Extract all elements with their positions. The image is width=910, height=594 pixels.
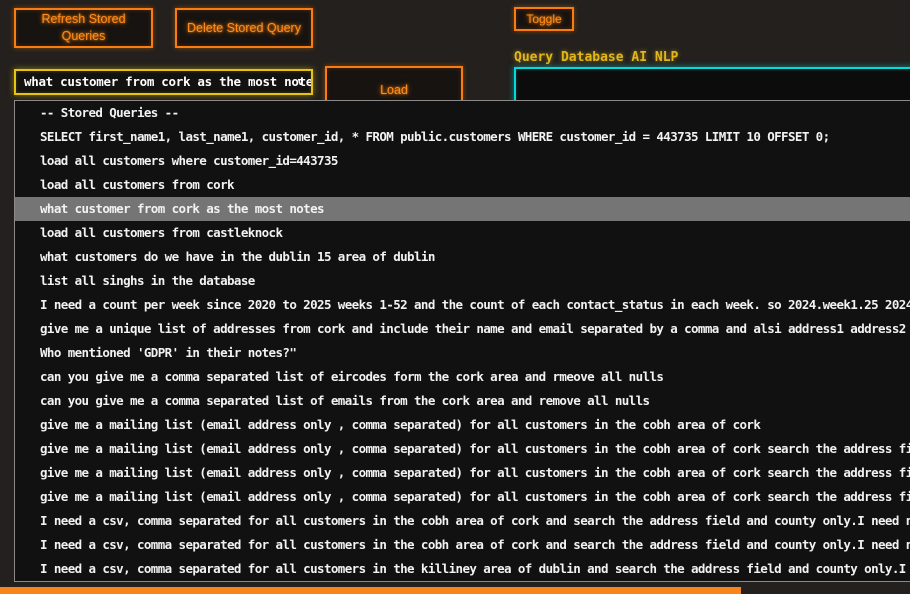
stored-query-option[interactable]: load all customers from cork — [15, 173, 910, 197]
stored-query-option[interactable]: I need a csv, comma separated for all cu… — [15, 557, 910, 581]
chevron-down-icon: v — [297, 71, 304, 93]
stored-query-option[interactable]: give me a unique list of addresses from … — [15, 317, 910, 341]
stored-query-option[interactable]: what customers do we have in the dublin … — [15, 245, 910, 269]
stored-query-option[interactable]: SELECT first_name1, last_name1, customer… — [15, 125, 910, 149]
selected-query-value: what customer from cork as the most note… — [24, 74, 313, 89]
stored-query-option[interactable]: I need a csv, comma separated for all cu… — [15, 533, 910, 557]
stored-queries-select[interactable]: what customer from cork as the most note… — [14, 69, 313, 95]
stored-query-option[interactable]: I need a count per week since 2020 to 20… — [15, 293, 910, 317]
stored-query-option[interactable]: give me a mailing list (email address on… — [15, 485, 910, 509]
delete-stored-query-button[interactable]: Delete Stored Query — [175, 8, 313, 48]
stored-query-option[interactable]: list all singhs in the database — [15, 269, 910, 293]
refresh-stored-queries-button[interactable]: Refresh Stored Queries — [14, 8, 153, 48]
stored-query-option[interactable]: I need a csv, comma separated for all cu… — [15, 509, 910, 533]
toggle-button[interactable]: Toggle — [514, 7, 574, 31]
stored-query-option[interactable]: load all customers where customer_id=443… — [15, 149, 910, 173]
stored-query-option[interactable]: give me a mailing list (email address on… — [15, 413, 910, 437]
stored-query-option[interactable]: Who mentioned 'GDPR' in their notes?" — [15, 341, 910, 365]
nlp-query-label: Query Database AI NLP — [514, 50, 678, 65]
stored-query-option[interactable]: give me a mailing list (email address on… — [15, 461, 910, 485]
stored-queries-listbox: -- Stored Queries --SELECT first_name1, … — [14, 100, 910, 582]
stored-query-option[interactable]: can you give me a comma separated list o… — [15, 365, 910, 389]
stored-query-option[interactable]: -- Stored Queries -- — [15, 101, 910, 125]
stored-query-option[interactable]: load all customers from castleknock — [15, 221, 910, 245]
app-window: Refresh Stored Queries Delete Stored Que… — [0, 0, 910, 594]
progress-bar — [0, 587, 741, 594]
stored-query-option[interactable]: give me a mailing list (email address on… — [15, 437, 910, 461]
stored-query-option[interactable]: can you give me a comma separated list o… — [15, 389, 910, 413]
stored-query-option[interactable]: what customer from cork as the most note… — [15, 197, 910, 221]
